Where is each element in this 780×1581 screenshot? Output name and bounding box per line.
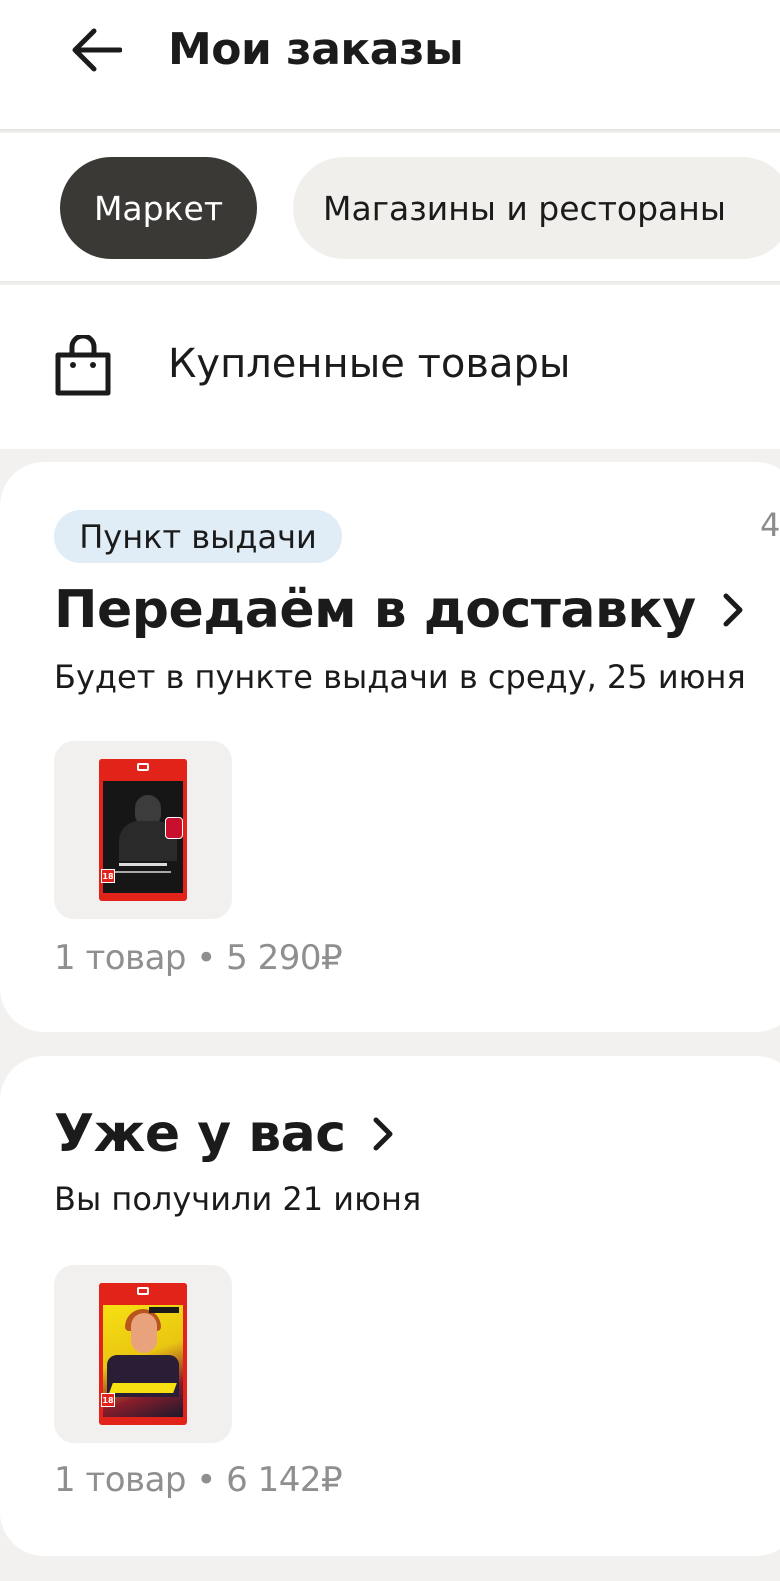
product-thumbnail[interactable]: 18 bbox=[54, 741, 232, 919]
order-summary: 1 товар • 5 290₽ bbox=[54, 938, 343, 978]
chevron-right-icon bbox=[373, 1117, 393, 1151]
back-button[interactable] bbox=[58, 18, 134, 82]
order-date-partial: 4 bbox=[760, 506, 780, 544]
purchased-goods-link[interactable]: Купленные товары bbox=[0, 285, 780, 449]
page-title: Мои заказы bbox=[168, 24, 464, 75]
tab-shops-and-restaurants[interactable]: Магазины и рестораны bbox=[293, 157, 780, 259]
order-status: Уже у вас bbox=[54, 1104, 346, 1164]
order-status-row[interactable]: Уже у вас bbox=[54, 1104, 398, 1164]
order-status-row[interactable]: Передаём в доставку bbox=[54, 580, 748, 640]
order-card[interactable]: Пункт выдачи 4 Передаём в доставку Будет… bbox=[0, 462, 780, 1032]
order-delivery-info: Будет в пункте выдачи в среду, 25 июня bbox=[54, 658, 746, 696]
orders-screen: Мои заказы Маркет Магазины и рестораны К… bbox=[0, 0, 780, 1581]
product-image: 18 bbox=[99, 1283, 187, 1425]
service-tabs: Маркет Магазины и рестораны bbox=[0, 133, 780, 283]
product-thumbnail[interactable]: 18 bbox=[54, 1265, 232, 1443]
app-header: Мои заказы bbox=[0, 0, 780, 131]
purchased-goods-label: Купленные товары bbox=[168, 341, 571, 387]
order-status: Передаём в доставку bbox=[54, 580, 696, 640]
pickup-point-badge: Пункт выдачи bbox=[54, 510, 342, 563]
shopping-bag-icon bbox=[55, 335, 111, 396]
product-image: 18 bbox=[99, 759, 187, 901]
chevron-right-icon bbox=[723, 593, 743, 627]
order-summary: 1 товар • 6 142₽ bbox=[54, 1460, 343, 1500]
arrow-left-icon bbox=[72, 28, 122, 72]
tab-market[interactable]: Маркет bbox=[60, 157, 257, 259]
order-card[interactable]: Уже у вас Вы получили 21 июня 18 1 товар… bbox=[0, 1056, 780, 1556]
order-received-info: Вы получили 21 июня bbox=[54, 1180, 422, 1218]
